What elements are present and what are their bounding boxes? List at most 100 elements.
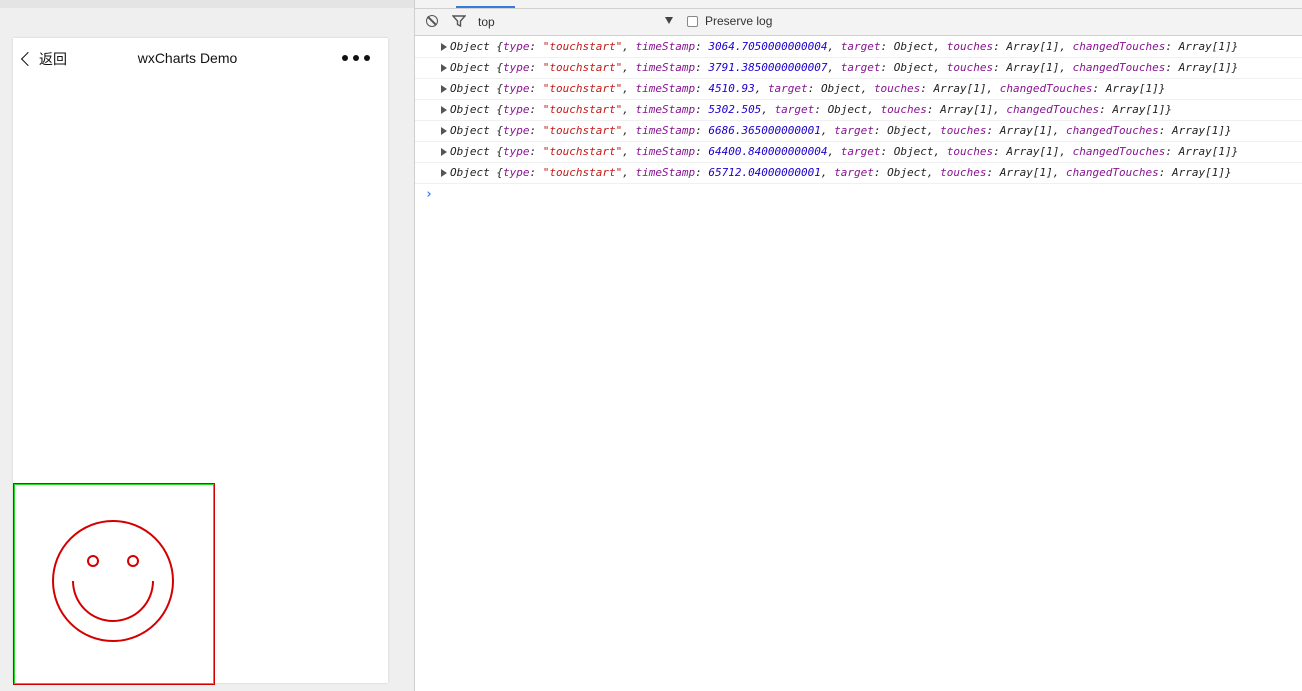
log-sep: :: [1158, 166, 1172, 179]
log-timestamp-value: 4510.93: [708, 82, 755, 95]
expand-triangle-icon[interactable]: [441, 85, 447, 93]
log-key: target: [834, 166, 874, 179]
context-dropdown-icon[interactable]: [665, 17, 673, 24]
log-key: changedTouches: [1072, 61, 1166, 74]
log-type-value: "touchstart": [542, 61, 623, 74]
clear-console-icon[interactable]: [426, 15, 438, 27]
console-log-row[interactable]: Object {type: "touchstart", timeStamp: 5…: [415, 100, 1302, 121]
console-log-row[interactable]: Object {type: "touchstart", timeStamp: 4…: [415, 79, 1302, 100]
log-key: timeStamp: [635, 124, 696, 137]
preserve-log-toggle[interactable]: Preserve log: [687, 14, 772, 28]
log-key: touches: [940, 166, 987, 179]
log-sep: ,: [820, 124, 835, 137]
log-type-value: "touchstart": [542, 124, 623, 137]
console-log-row[interactable]: Object {type: "touchstart", timeStamp: 6…: [415, 121, 1302, 142]
log-touches-value: Array[1]: [1006, 145, 1060, 158]
expand-triangle-icon[interactable]: [441, 64, 447, 72]
log-sep: :: [1158, 124, 1172, 137]
log-sep: ,: [622, 103, 636, 116]
drawing-canvas[interactable]: [13, 483, 215, 685]
log-target-value: Object: [827, 103, 868, 116]
log-key: type: [502, 40, 530, 53]
console-log-row[interactable]: Object {type: "touchstart", timeStamp: 6…: [415, 142, 1302, 163]
log-sep: ,: [926, 124, 941, 137]
log-key: timeStamp: [635, 166, 696, 179]
preserve-log-checkbox[interactable]: [687, 15, 698, 27]
expand-triangle-icon[interactable]: [441, 106, 447, 114]
log-sep: ,: [827, 40, 841, 53]
log-suffix: }: [1165, 103, 1172, 116]
log-type-value: "touchstart": [542, 166, 623, 179]
log-sep: :: [1165, 40, 1179, 53]
log-sep: ,: [1059, 40, 1073, 53]
log-sep: ,: [1059, 145, 1073, 158]
log-key: timeStamp: [635, 61, 696, 74]
log-type-value: "touchstart": [542, 103, 623, 116]
log-sep: ,: [622, 40, 636, 53]
log-prefix: Object {: [450, 61, 503, 74]
log-timestamp-value: 65712.04000000001: [708, 166, 821, 179]
log-sep: ,: [827, 61, 841, 74]
more-dot: [353, 55, 359, 61]
smiley-left-eye: [87, 555, 99, 567]
log-key: changedTouches: [999, 82, 1093, 95]
page-title: wxCharts Demo: [137, 50, 238, 66]
log-sep: ,: [622, 124, 636, 137]
filter-icon[interactable]: [451, 15, 467, 30]
log-sep: :: [880, 61, 894, 74]
log-sep: :: [695, 124, 709, 137]
log-suffix: }: [1231, 61, 1239, 74]
log-touches-value: Array[1]: [1006, 40, 1060, 53]
log-key: timeStamp: [635, 145, 696, 158]
expand-triangle-icon[interactable]: [441, 127, 447, 135]
phone-navigation-bar: 返回 wxCharts Demo: [13, 38, 388, 80]
log-timestamp-value: 3791.3850000000007: [708, 61, 828, 74]
more-dot: [364, 55, 370, 61]
log-changed-touches-value: Array[1]: [1178, 61, 1232, 74]
console-prompt[interactable]: ›: [425, 187, 433, 202]
log-sep: ,: [867, 103, 881, 116]
log-prefix: Object {: [450, 82, 503, 95]
log-sep: :: [920, 82, 934, 95]
log-sep: ,: [1052, 166, 1067, 179]
log-sep: :: [529, 82, 543, 95]
console-toolbar: top Preserve log: [415, 9, 1302, 36]
log-sep: :: [529, 103, 543, 116]
expand-triangle-icon[interactable]: [441, 43, 447, 51]
console-log-row[interactable]: Object {type: "touchstart", timeStamp: 3…: [415, 37, 1302, 58]
phone-screen: 返回 wxCharts Demo: [13, 38, 388, 685]
log-touches-value: Array[1]: [940, 103, 994, 116]
log-sep: :: [880, 40, 894, 53]
log-sep: :: [529, 145, 543, 158]
log-key: changedTouches: [1066, 166, 1159, 179]
log-sep: ,: [761, 103, 775, 116]
log-key: type: [502, 145, 530, 158]
log-changed-touches-value: Array[1]: [1178, 40, 1232, 53]
log-sep: :: [529, 61, 543, 74]
log-target-value: Object: [887, 166, 927, 179]
log-sep: ,: [622, 82, 636, 95]
log-sep: ,: [933, 145, 947, 158]
smiley-face-outline: [52, 520, 174, 642]
log-touches-value: Array[1]: [1006, 61, 1060, 74]
log-touches-value: Array[1]: [999, 166, 1053, 179]
log-sep: :: [1165, 61, 1179, 74]
log-suffix: }: [1231, 40, 1239, 53]
log-prefix: Object {: [450, 124, 503, 137]
console-log-row[interactable]: Object {type: "touchstart", timeStamp: 6…: [415, 163, 1302, 184]
expand-triangle-icon[interactable]: [441, 148, 447, 156]
log-sep: :: [695, 103, 709, 116]
more-dots-icon[interactable]: [342, 55, 370, 61]
log-sep: ,: [926, 166, 941, 179]
console-log-row[interactable]: Object {type: "touchstart", timeStamp: 3…: [415, 58, 1302, 79]
devtools-tab-strip: [415, 0, 1302, 9]
expand-triangle-icon[interactable]: [441, 169, 447, 177]
log-key: changedTouches: [1006, 103, 1100, 116]
tab-console-active[interactable]: [456, 6, 515, 8]
log-sep: ,: [622, 145, 636, 158]
log-key: changedTouches: [1066, 124, 1159, 137]
log-timestamp-value: 3064.7050000000004: [708, 40, 828, 53]
log-sep: :: [993, 61, 1007, 74]
context-selector[interactable]: top: [478, 15, 495, 29]
log-sep: :: [695, 61, 709, 74]
